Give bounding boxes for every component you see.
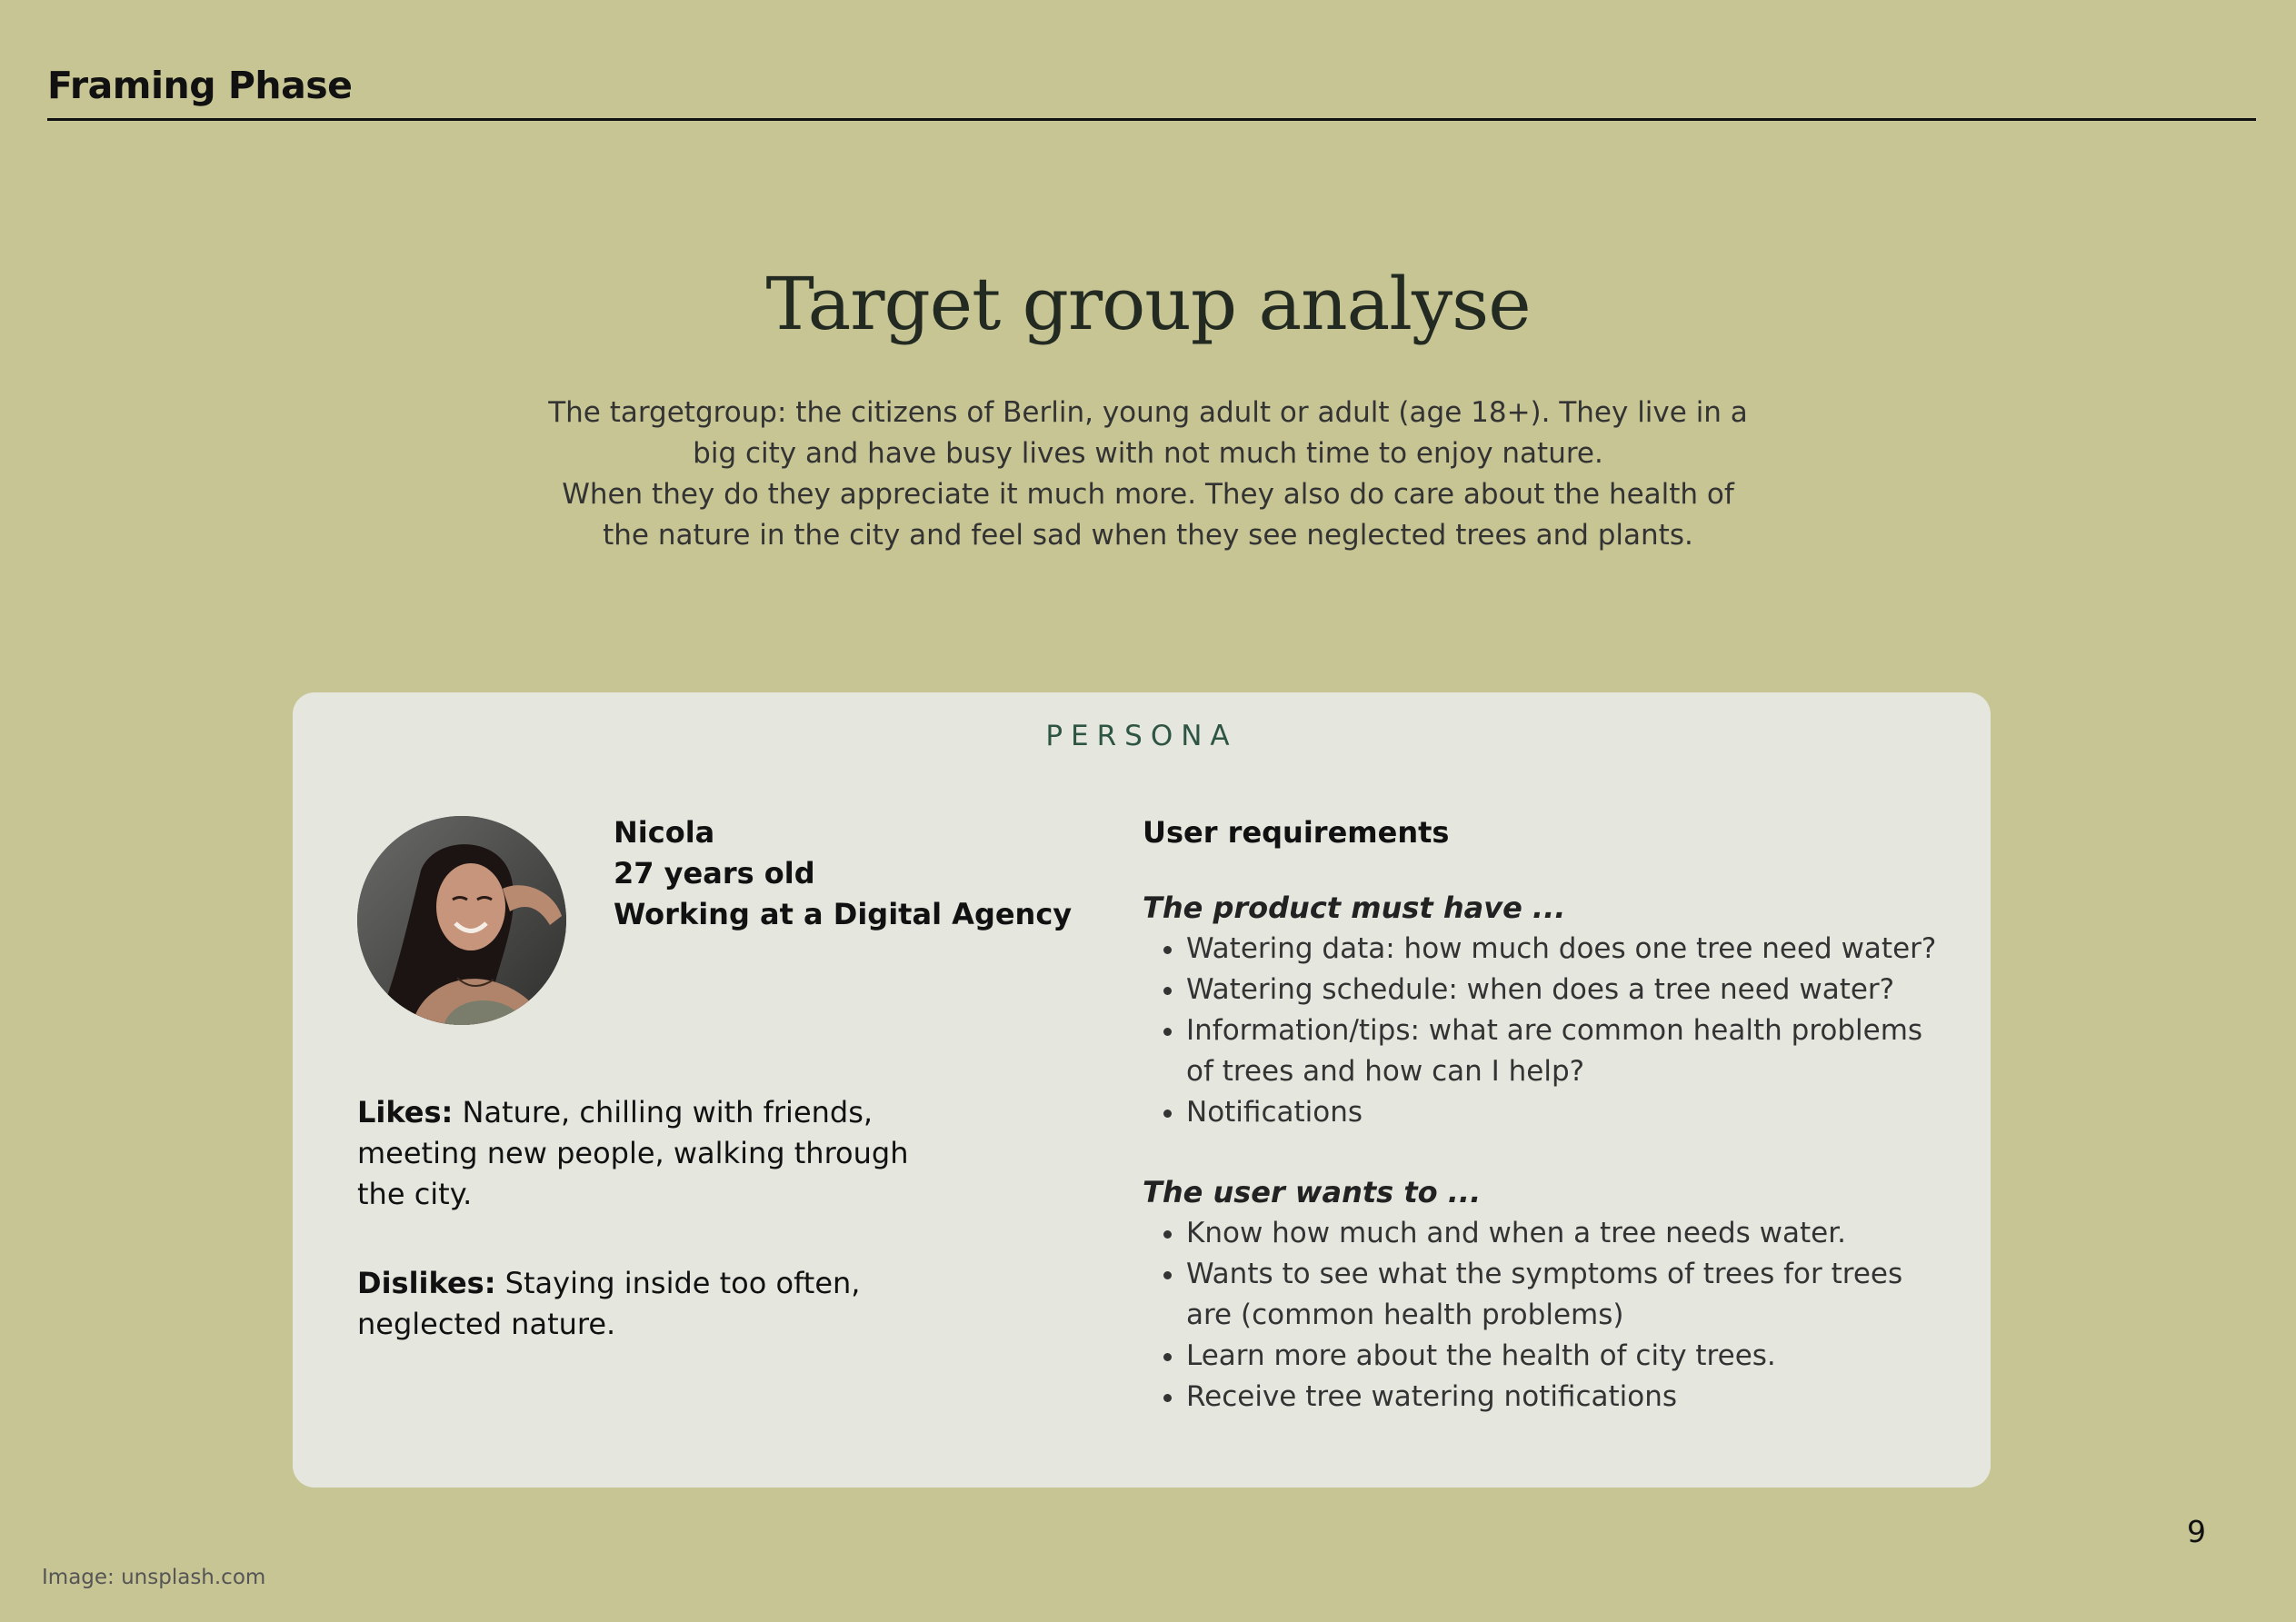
intro-paragraph-1: The targetgroup: the citizens of Berlin,…	[548, 396, 1748, 470]
user-requirements: User requirements The product must have …	[1143, 812, 1942, 1418]
page-number: 9	[2187, 1514, 2206, 1549]
list-item: Wants to see what the symptoms of trees …	[1186, 1254, 1942, 1336]
requirements-title: User requirements	[1143, 815, 1450, 850]
intro-text: The targetgroup: the citizens of Berlin,…	[545, 393, 1751, 556]
section-title: Framing Phase	[47, 64, 353, 107]
user-wants-heading: The user wants to ...	[1143, 1175, 1482, 1209]
likes-label: Likes:	[357, 1095, 454, 1129]
persona-job: Working at a Digital Agency	[614, 897, 1073, 931]
persona-label: PERSONA	[1045, 720, 1238, 752]
dislikes-label: Dislikes:	[357, 1266, 496, 1300]
persona-likes: Likes: Nature, chilling with friends, me…	[357, 1092, 957, 1215]
must-have-list: Watering data: how much does one tree ne…	[1143, 929, 1942, 1133]
list-item: Watering data: how much does one tree ne…	[1186, 929, 1942, 970]
intro-paragraph-2: When they do they appreciate it much mor…	[562, 478, 1734, 552]
must-have-heading: The product must have ...	[1143, 891, 1566, 925]
list-item: Watering schedule: when does a tree need…	[1186, 970, 1942, 1010]
avatar	[357, 816, 566, 1025]
persona-details: Nicola 27 years old Working at a Digital…	[614, 812, 1072, 935]
user-wants-list: Know how much and when a tree needs wate…	[1143, 1213, 1942, 1418]
list-item: Know how much and when a tree needs wate…	[1186, 1213, 1942, 1254]
page-header: Framing Phase	[47, 60, 2256, 121]
list-item: Learn more about the health of city tree…	[1186, 1336, 1942, 1377]
image-credit: Image: unsplash.com	[42, 1566, 266, 1589]
list-item: Information/tips: what are common health…	[1186, 1010, 1942, 1092]
persona-dislikes: Dislikes: Staying inside too often, negl…	[357, 1263, 957, 1345]
page-title: Target group analyse	[765, 262, 1531, 346]
list-item: Notifications	[1186, 1092, 1942, 1133]
list-item: Receive tree watering notifications	[1186, 1377, 1942, 1418]
persona-photo	[357, 816, 566, 1025]
persona-name: Nicola	[614, 815, 715, 850]
persona-age: 27 years old	[614, 856, 815, 891]
persona-card: PERSONA Nicola 27 years old Working at a…	[293, 692, 1991, 1488]
